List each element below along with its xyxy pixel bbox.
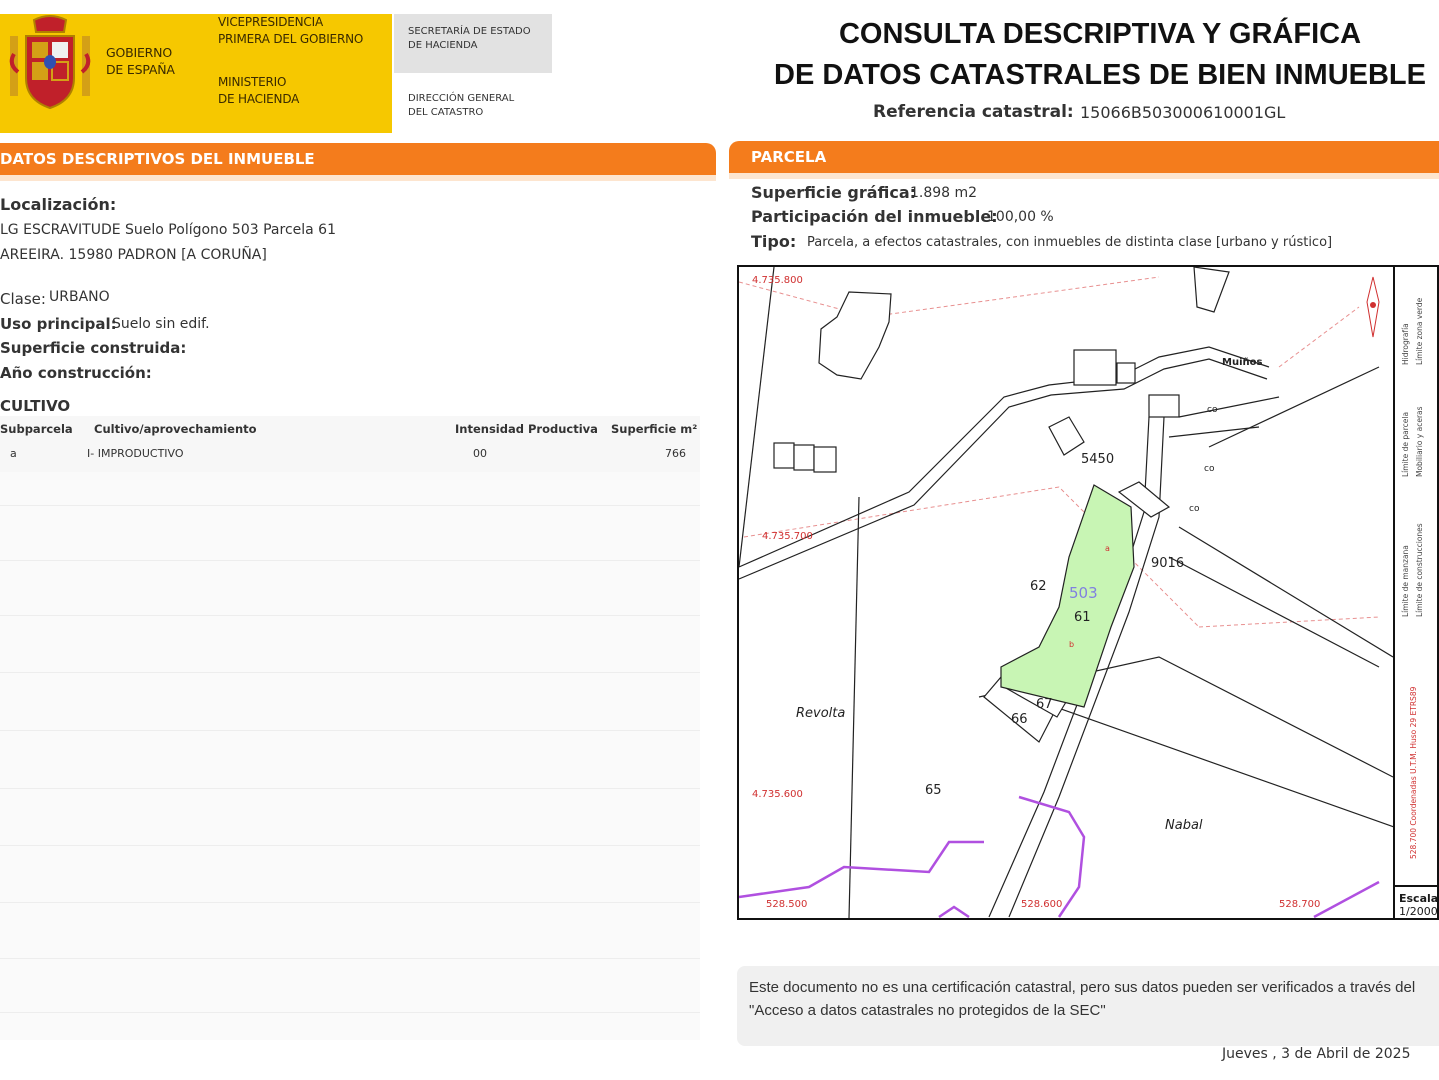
row-divider — [0, 845, 700, 846]
superficie-construida-label: Superficie construida: — [0, 339, 187, 357]
ref-label: Referencia catastral: — [873, 102, 1074, 122]
participacion-label: Participación del inmueble: — [751, 207, 998, 226]
secretaria-label: SECRETARÍA DE ESTADO DE HACIENDA — [408, 26, 531, 51]
coord-x1: 528.500 — [766, 899, 807, 910]
cell-intensidad: 00 — [473, 447, 487, 460]
ref-value: 15066B503000610001GL — [1080, 103, 1286, 122]
label-67: 67 — [1036, 697, 1053, 712]
cultivo-table-body — [0, 472, 700, 1040]
cell-subparcela: a — [10, 447, 17, 460]
uso-label: Uso principal: — [0, 315, 117, 333]
row-divider — [0, 788, 700, 789]
clase-label: Clase: — [0, 290, 46, 308]
row-divider — [0, 615, 700, 616]
section-title-parcela: PARCELA — [751, 148, 827, 166]
row-divider — [0, 958, 700, 959]
vicepresidency-label: VICEPRESIDENCIA PRIMERA DEL GOBIERNO — [218, 15, 364, 46]
cell-cultivo: I- IMPRODUCTIVO — [87, 447, 184, 460]
label-co-2: co — [1204, 464, 1215, 474]
label-revolta: Revolta — [796, 706, 845, 721]
map-labels: Muiños Revolta Nabal 5450 9016 62 503 61… — [796, 357, 1262, 833]
row-divider — [0, 672, 700, 673]
section-bar-shadow — [0, 175, 716, 181]
coord-x3: 528.700 — [1279, 899, 1320, 910]
document-date: Jueves , 3 de Abril de 2025 — [1222, 1046, 1411, 1062]
label-co-3: co — [1189, 504, 1200, 514]
label-subparcel-a: a — [1105, 544, 1110, 553]
superficie-grafica-value: 1.898 m2 — [910, 185, 978, 201]
row-divider — [0, 730, 700, 731]
label-nabal: Nabal — [1165, 818, 1203, 833]
scale-label: Escala: — [1399, 892, 1439, 905]
localizacion-label: Localización: — [0, 195, 117, 214]
map-legend: Hidrografía Límite zona verde Límite de … — [1393, 267, 1439, 885]
clase-value: URBANO — [49, 289, 110, 305]
legend-mobiliario: Mobiliario y aceras — [1415, 406, 1424, 477]
label-subparcel-b: b — [1069, 640, 1074, 649]
address-line-2: AREEIRA. 15980 PADRON [A CORUÑA] — [0, 247, 267, 263]
coord-y3: 4.735.600 — [752, 789, 803, 800]
row-divider — [0, 1012, 700, 1013]
label-65: 65 — [925, 783, 942, 798]
uso-value: Suelo sin edif. — [112, 316, 210, 332]
column-header-intensidad: Intensidad Productiva — [455, 422, 598, 436]
legend-hidrografia: Hidrografía — [1401, 323, 1410, 365]
north-arrow-icon — [1366, 276, 1380, 338]
legend-limite-manzana: Límite de manzana — [1401, 545, 1410, 617]
coord-y1: 4.735.800 — [752, 275, 803, 286]
row-divider — [0, 560, 700, 561]
section-title-descriptive: DATOS DESCRIPTIVOS DEL INMUEBLE — [0, 150, 315, 168]
coat-of-arms-icon — [9, 15, 91, 110]
row-divider — [0, 505, 700, 506]
cultivo-title: CULTIVO — [0, 397, 71, 415]
direccion-label: DIRECCIÓN GENERAL DEL CATASTRO — [408, 93, 515, 118]
cell-superficie: 766 — [665, 447, 686, 460]
anio-construccion-label: Año construcción: — [0, 364, 152, 382]
legend-utm-note: 528.700 Coordenadas U.T.M. Huso 29 ETRS8… — [1409, 686, 1418, 859]
legend-limite-construcciones: Límite de construcciones — [1415, 523, 1424, 617]
label-muinos: Muiños — [1222, 357, 1262, 368]
legend-limite-parcela: Límite de parcela — [1401, 411, 1410, 477]
label-5450: 5450 — [1081, 452, 1114, 467]
coord-y2: 4.735.700 — [762, 531, 813, 542]
label-66: 66 — [1011, 712, 1028, 727]
document-title: CONSULTA DESCRIPTIVA Y GRÁFICA DE DATOS … — [774, 18, 1426, 91]
label-503: 503 — [1069, 584, 1098, 602]
section-bar-parcela: PARCELA — [729, 141, 1439, 173]
participacion-value: 100,00 % — [987, 209, 1054, 225]
column-header-subparcela: Subparcela — [0, 422, 73, 436]
label-62: 62 — [1030, 579, 1047, 594]
parcel-61-shape — [1000, 484, 1135, 708]
ministry-label: MINISTERIO DE HACIENDA — [218, 75, 300, 106]
column-header-cultivo: Cultivo/aprovechamiento — [94, 422, 257, 436]
section-bar-shadow — [729, 173, 1439, 179]
tipo-label: Tipo: — [751, 232, 797, 251]
verification-notice: Este documento no es una certificación c… — [737, 966, 1439, 1046]
row-divider — [0, 902, 700, 903]
label-9016: 9016 — [1151, 556, 1184, 571]
legend-zona-verde: Límite zona verde — [1415, 297, 1424, 365]
superficie-grafica-label: Superficie gráfica: — [751, 183, 917, 202]
cadastral-map-drawing: 4.735.800 4.735.700 4.735.600 528.500 52… — [739, 267, 1393, 918]
label-co-1: co — [1207, 405, 1218, 415]
coord-x2: 528.600 — [1021, 899, 1062, 910]
address-line-1: LG ESCRAVITUDE Suelo Polígono 503 Parcel… — [0, 222, 336, 238]
label-61: 61 — [1074, 610, 1091, 625]
section-bar-descriptive: DATOS DESCRIPTIVOS DEL INMUEBLE — [0, 143, 716, 175]
map-scale: Escala: 1/2000 — [1393, 885, 1439, 920]
scale-value: 1/2000 — [1399, 905, 1438, 918]
government-name: GOBIERNO DE ESPAÑA — [106, 45, 175, 77]
tipo-value: Parcela, a efectos catastrales, con inmu… — [807, 235, 1333, 250]
column-header-superficie: Superficie m² — [611, 422, 698, 436]
